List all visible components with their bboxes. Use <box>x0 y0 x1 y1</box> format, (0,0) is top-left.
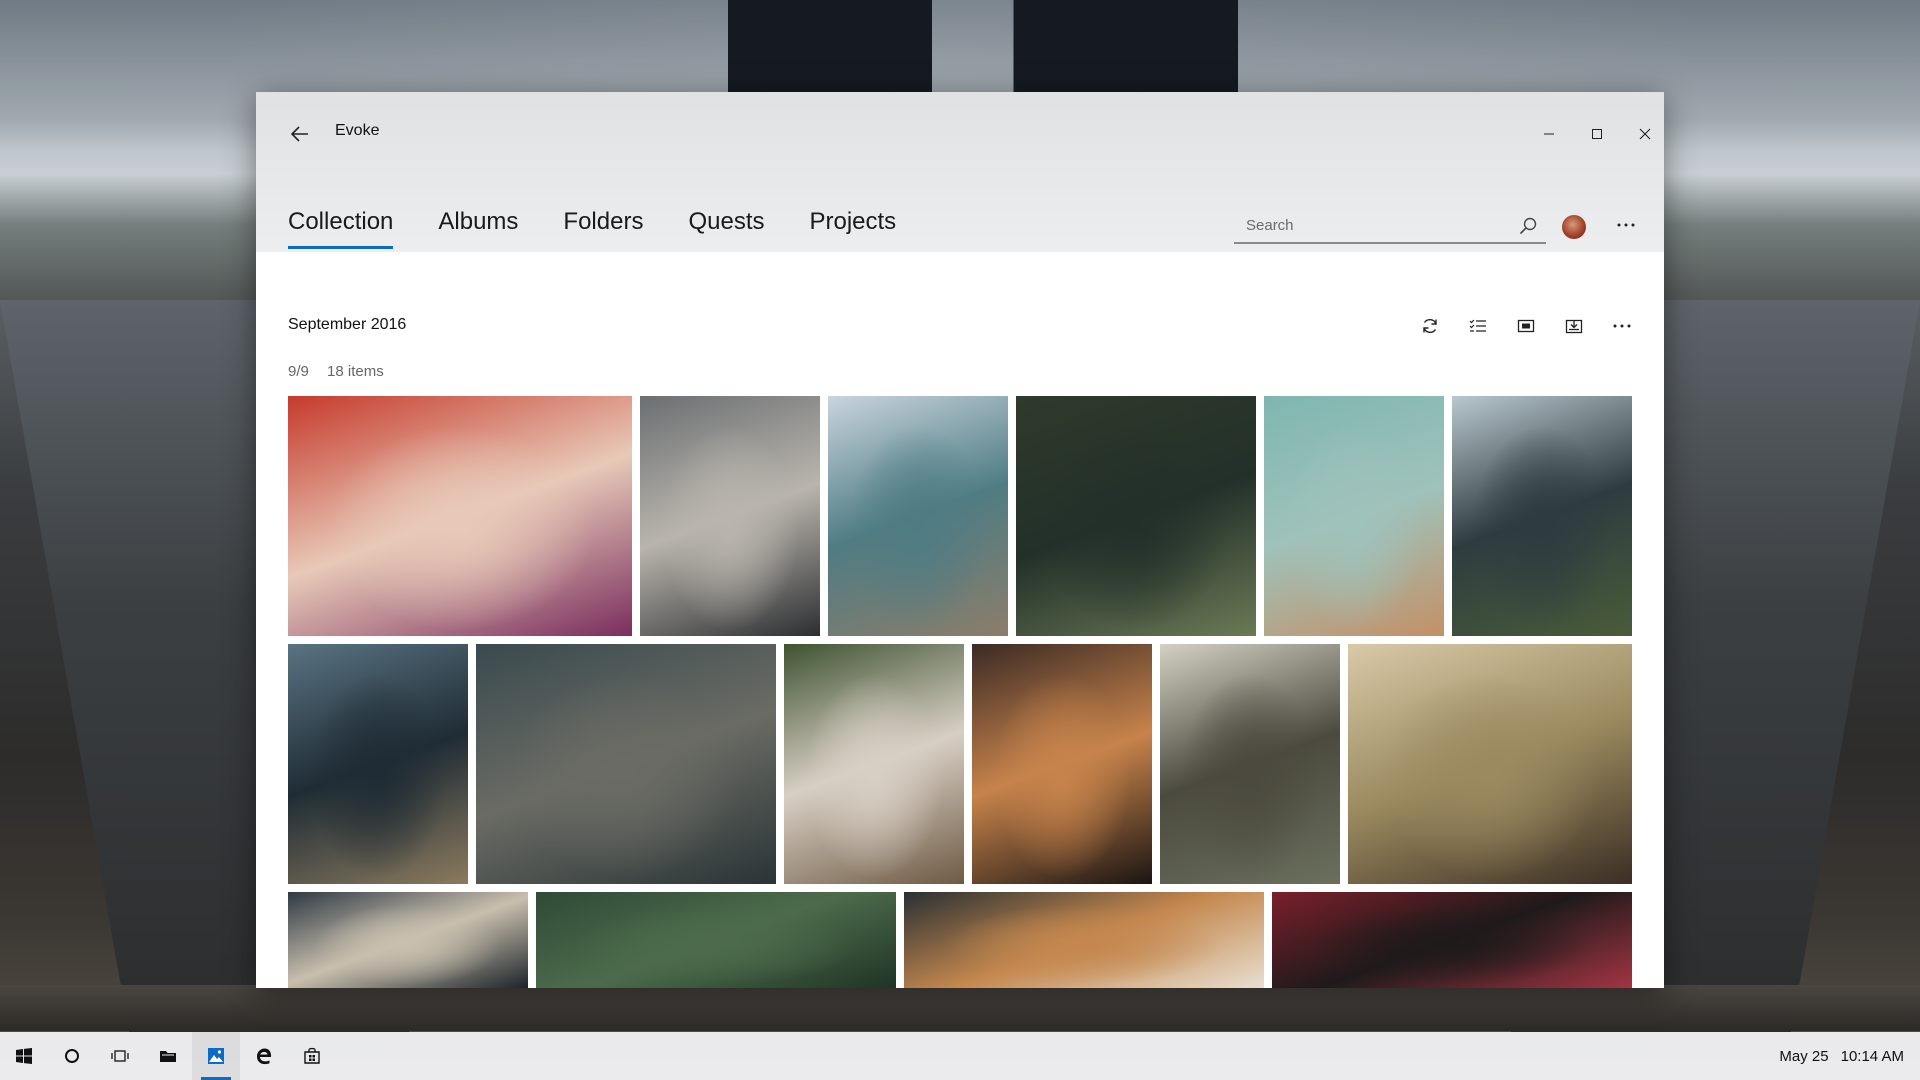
search-input[interactable] <box>1244 216 1508 235</box>
photo-girl-red-leaf[interactable] <box>288 396 632 636</box>
app-title: Evoke <box>335 122 380 139</box>
taskbar-clock[interactable]: May 25 10:14 AM <box>1779 1032 1904 1080</box>
refresh-icon <box>1423 318 1437 334</box>
minimize-icon <box>1544 133 1554 135</box>
slideshow-button[interactable] <box>1502 310 1550 342</box>
collection-toolbar <box>1406 310 1646 342</box>
select-button[interactable] <box>1454 310 1502 342</box>
photo-dry-grass[interactable] <box>1264 396 1444 636</box>
edge-icon <box>257 1048 272 1065</box>
cortana-button[interactable] <box>48 1032 96 1080</box>
photo-man-sunglasses[interactable] <box>1272 892 1632 988</box>
maximize-icon <box>1592 129 1602 139</box>
taskbar: May 25 10:14 AM <box>0 1032 1920 1080</box>
photo-forest[interactable] <box>536 892 896 988</box>
photo-beach-sunset[interactable] <box>288 644 468 884</box>
search-icon[interactable] <box>1518 216 1538 236</box>
photos-icon <box>208 1048 224 1064</box>
select-list-icon <box>1469 319 1486 332</box>
photo-man-scarf[interactable] <box>1348 644 1632 884</box>
tab-projects[interactable]: Projects <box>809 208 896 252</box>
more-icon <box>1613 324 1631 328</box>
photo-pug-blanket[interactable] <box>784 644 964 884</box>
taskbar-time: 10:14 AM <box>1840 1047 1904 1065</box>
photo-kayak-lake[interactable] <box>1452 396 1632 636</box>
tab-collection[interactable]: Collection <box>288 208 394 252</box>
item-count: 18 items <box>327 363 384 380</box>
import-button[interactable] <box>1550 310 1598 342</box>
task-view-icon <box>111 1050 129 1062</box>
title-bar: Evoke Collection Albums Folders Quests P… <box>256 92 1664 252</box>
photos-app-button[interactable] <box>192 1032 240 1080</box>
back-arrow-icon <box>291 126 308 142</box>
photo-camera-city[interactable] <box>640 396 820 636</box>
photo-food-table[interactable] <box>288 892 528 988</box>
task-view-button[interactable] <box>96 1032 144 1080</box>
taskbar-date: May 25 <box>1779 1047 1829 1065</box>
item-count-row: 9/9 18 items <box>288 363 398 380</box>
wallpaper-plank <box>0 985 1920 1031</box>
section-title: September 2016 <box>288 316 407 333</box>
tab-albums[interactable]: Albums <box>438 208 518 252</box>
avatar[interactable] <box>1562 215 1586 239</box>
cortana-circle-icon <box>65 1049 79 1063</box>
search-box <box>1234 210 1546 244</box>
slideshow-icon <box>1517 319 1535 333</box>
app-window: Evoke Collection Albums Folders Quests P… <box>256 92 1664 988</box>
nav-tabs: Collection Albums Folders Quests Project… <box>288 208 941 252</box>
page-indicator: 9/9 <box>288 363 309 380</box>
tab-folders[interactable]: Folders <box>563 208 643 252</box>
wallpaper-boots <box>728 0 1238 92</box>
photo-woman-lights[interactable] <box>972 644 1152 884</box>
windows-logo-icon <box>16 1048 32 1064</box>
back-button[interactable] <box>280 118 320 150</box>
store-button[interactable] <box>288 1032 336 1080</box>
photo-shiba-dog[interactable] <box>904 892 1264 988</box>
start-button[interactable] <box>0 1032 48 1080</box>
photo-sparkler[interactable] <box>476 644 776 884</box>
more-options-button[interactable] <box>1608 210 1644 240</box>
photo-soccer-player[interactable] <box>1016 396 1256 636</box>
file-explorer-button[interactable] <box>144 1032 192 1080</box>
close-icon <box>1639 128 1651 140</box>
maximize-button[interactable] <box>1574 114 1620 154</box>
toolbar-more-button[interactable] <box>1598 310 1646 342</box>
import-icon <box>1565 319 1583 334</box>
minimize-button[interactable] <box>1526 114 1572 154</box>
edge-button[interactable] <box>240 1032 288 1080</box>
photo-ocean-waves[interactable] <box>828 396 1008 636</box>
store-icon <box>304 1047 320 1064</box>
tab-quests[interactable]: Quests <box>688 208 764 252</box>
close-button[interactable] <box>1622 114 1664 154</box>
more-icon <box>1617 223 1635 227</box>
refresh-button[interactable] <box>1406 310 1454 342</box>
folder-icon <box>160 1051 176 1062</box>
photo-fence-building[interactable] <box>1160 644 1340 884</box>
